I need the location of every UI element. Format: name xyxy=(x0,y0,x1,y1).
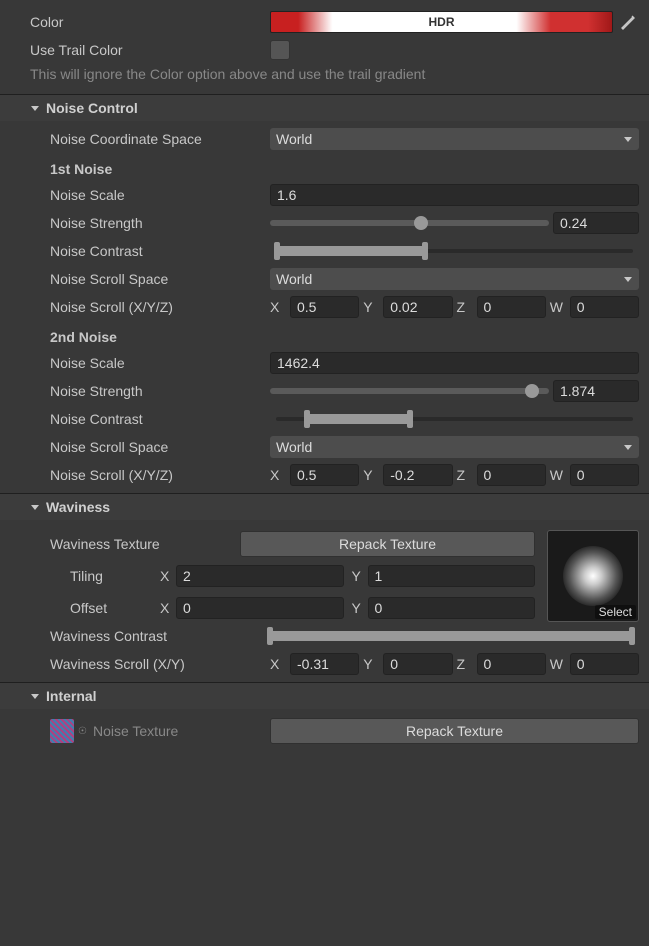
axis-y-label: Y xyxy=(352,600,368,616)
axis-x-label: X xyxy=(270,656,286,672)
noise2-scale-input[interactable]: 1462.4 xyxy=(270,352,639,374)
chevron-down-icon xyxy=(623,442,633,452)
use-trail-color-checkbox[interactable] xyxy=(270,40,290,60)
waviness-contrast-label: Waviness Contrast xyxy=(50,628,270,644)
noise-coord-space-label: Noise Coordinate Space xyxy=(50,131,270,147)
axis-z-label: Z xyxy=(457,299,473,315)
eyedropper-icon[interactable] xyxy=(617,11,639,33)
waviness-scroll-y-input[interactable]: 0 xyxy=(383,653,452,675)
tiling-y-input[interactable]: 1 xyxy=(368,565,536,587)
axis-x-label: X xyxy=(160,568,176,584)
offset-y-input[interactable]: 0 xyxy=(368,597,536,619)
noise1-strength-label: Noise Strength xyxy=(50,215,270,231)
axis-x-label: X xyxy=(270,467,286,483)
noise2-scroll-x-input[interactable]: 0.5 xyxy=(290,464,359,486)
foldout-down-icon xyxy=(30,691,40,701)
noise1-scroll-z-input[interactable]: 0 xyxy=(477,296,546,318)
noise2-contrast-range[interactable] xyxy=(270,408,639,430)
noise2-scroll-z-input[interactable]: 0 xyxy=(477,464,546,486)
noise2-strength-input[interactable]: 1.874 xyxy=(553,380,639,402)
axis-w-label: W xyxy=(550,299,566,315)
foldout-down-icon xyxy=(30,103,40,113)
tiling-x-input[interactable]: 2 xyxy=(176,565,344,587)
noise1-contrast-label: Noise Contrast xyxy=(50,243,270,259)
axis-y-label: Y xyxy=(363,299,379,315)
waviness-texture-preview[interactable]: Select xyxy=(547,530,639,622)
noise1-scale-label: Noise Scale xyxy=(50,187,270,203)
override-icon: ☉ xyxy=(78,726,87,737)
waviness-scroll-label: Waviness Scroll (X/Y) xyxy=(50,656,270,672)
noise1-scroll-w-input[interactable]: 0 xyxy=(570,296,639,318)
noise-control-header[interactable]: Noise Control xyxy=(0,94,649,121)
noise2-scale-label: Noise Scale xyxy=(50,355,270,371)
noise1-strength-input[interactable]: 0.24 xyxy=(553,212,639,234)
axis-w-label: W xyxy=(550,656,566,672)
use-trail-color-hint: This will ignore the Color option above … xyxy=(0,64,649,90)
noise1-heading: 1st Noise xyxy=(0,153,649,181)
noise-texture-label: Noise Texture xyxy=(93,723,178,739)
offset-label: Offset xyxy=(70,600,160,616)
chevron-down-icon xyxy=(623,134,633,144)
noise2-scroll-w-input[interactable]: 0 xyxy=(570,464,639,486)
internal-header[interactable]: Internal xyxy=(0,682,649,709)
waviness-contrast-range[interactable] xyxy=(270,625,639,647)
axis-y-label: Y xyxy=(363,656,379,672)
noise1-scale-input[interactable]: 1.6 xyxy=(270,184,639,206)
texture-spot-icon xyxy=(563,546,623,606)
noise-texture-thumbnail[interactable] xyxy=(50,719,74,743)
texture-select-button[interactable]: Select xyxy=(595,605,636,619)
noise2-strength-slider[interactable] xyxy=(270,388,549,394)
noise1-contrast-range[interactable] xyxy=(270,240,639,262)
waviness-repack-button[interactable]: Repack Texture xyxy=(240,531,535,557)
use-trail-color-label: Use Trail Color xyxy=(30,42,270,58)
axis-z-label: Z xyxy=(457,467,473,483)
color-label: Color xyxy=(30,14,270,30)
noise1-scroll-y-input[interactable]: 0.02 xyxy=(383,296,452,318)
axis-y-label: Y xyxy=(363,467,379,483)
axis-x-label: X xyxy=(270,299,286,315)
noise2-heading: 2nd Noise xyxy=(0,321,649,349)
tiling-label: Tiling xyxy=(70,568,160,584)
waviness-scroll-w-input[interactable]: 0 xyxy=(570,653,639,675)
noise2-scroll-y-input[interactable]: -0.2 xyxy=(383,464,452,486)
noise1-strength-slider[interactable] xyxy=(270,220,549,226)
offset-x-input[interactable]: 0 xyxy=(176,597,344,619)
noise2-scroll-space-label: Noise Scroll Space xyxy=(50,439,270,455)
internal-repack-button[interactable]: Repack Texture xyxy=(270,718,639,744)
waviness-header[interactable]: Waviness xyxy=(0,493,649,520)
noise1-scroll-x-input[interactable]: 0.5 xyxy=(290,296,359,318)
waviness-scroll-z-input[interactable]: 0 xyxy=(477,653,546,675)
chevron-down-icon xyxy=(623,274,633,284)
waviness-texture-label: Waviness Texture xyxy=(50,536,240,552)
noise1-scroll-space-dropdown[interactable]: World xyxy=(270,268,639,290)
noise1-scroll-space-label: Noise Scroll Space xyxy=(50,271,270,287)
axis-x-label: X xyxy=(160,600,176,616)
foldout-down-icon xyxy=(30,502,40,512)
noise-coord-space-dropdown[interactable]: World xyxy=(270,128,639,150)
noise2-scroll-label: Noise Scroll (X/Y/Z) xyxy=(50,467,270,483)
axis-z-label: Z xyxy=(457,656,473,672)
color-gradient-field[interactable]: HDR xyxy=(270,11,613,33)
hdr-badge: HDR xyxy=(429,15,455,29)
axis-y-label: Y xyxy=(352,568,368,584)
axis-w-label: W xyxy=(550,467,566,483)
waviness-scroll-x-input[interactable]: -0.31 xyxy=(290,653,359,675)
noise1-scroll-label: Noise Scroll (X/Y/Z) xyxy=(50,299,270,315)
noise2-scroll-space-dropdown[interactable]: World xyxy=(270,436,639,458)
noise2-contrast-label: Noise Contrast xyxy=(50,411,270,427)
noise2-strength-label: Noise Strength xyxy=(50,383,270,399)
